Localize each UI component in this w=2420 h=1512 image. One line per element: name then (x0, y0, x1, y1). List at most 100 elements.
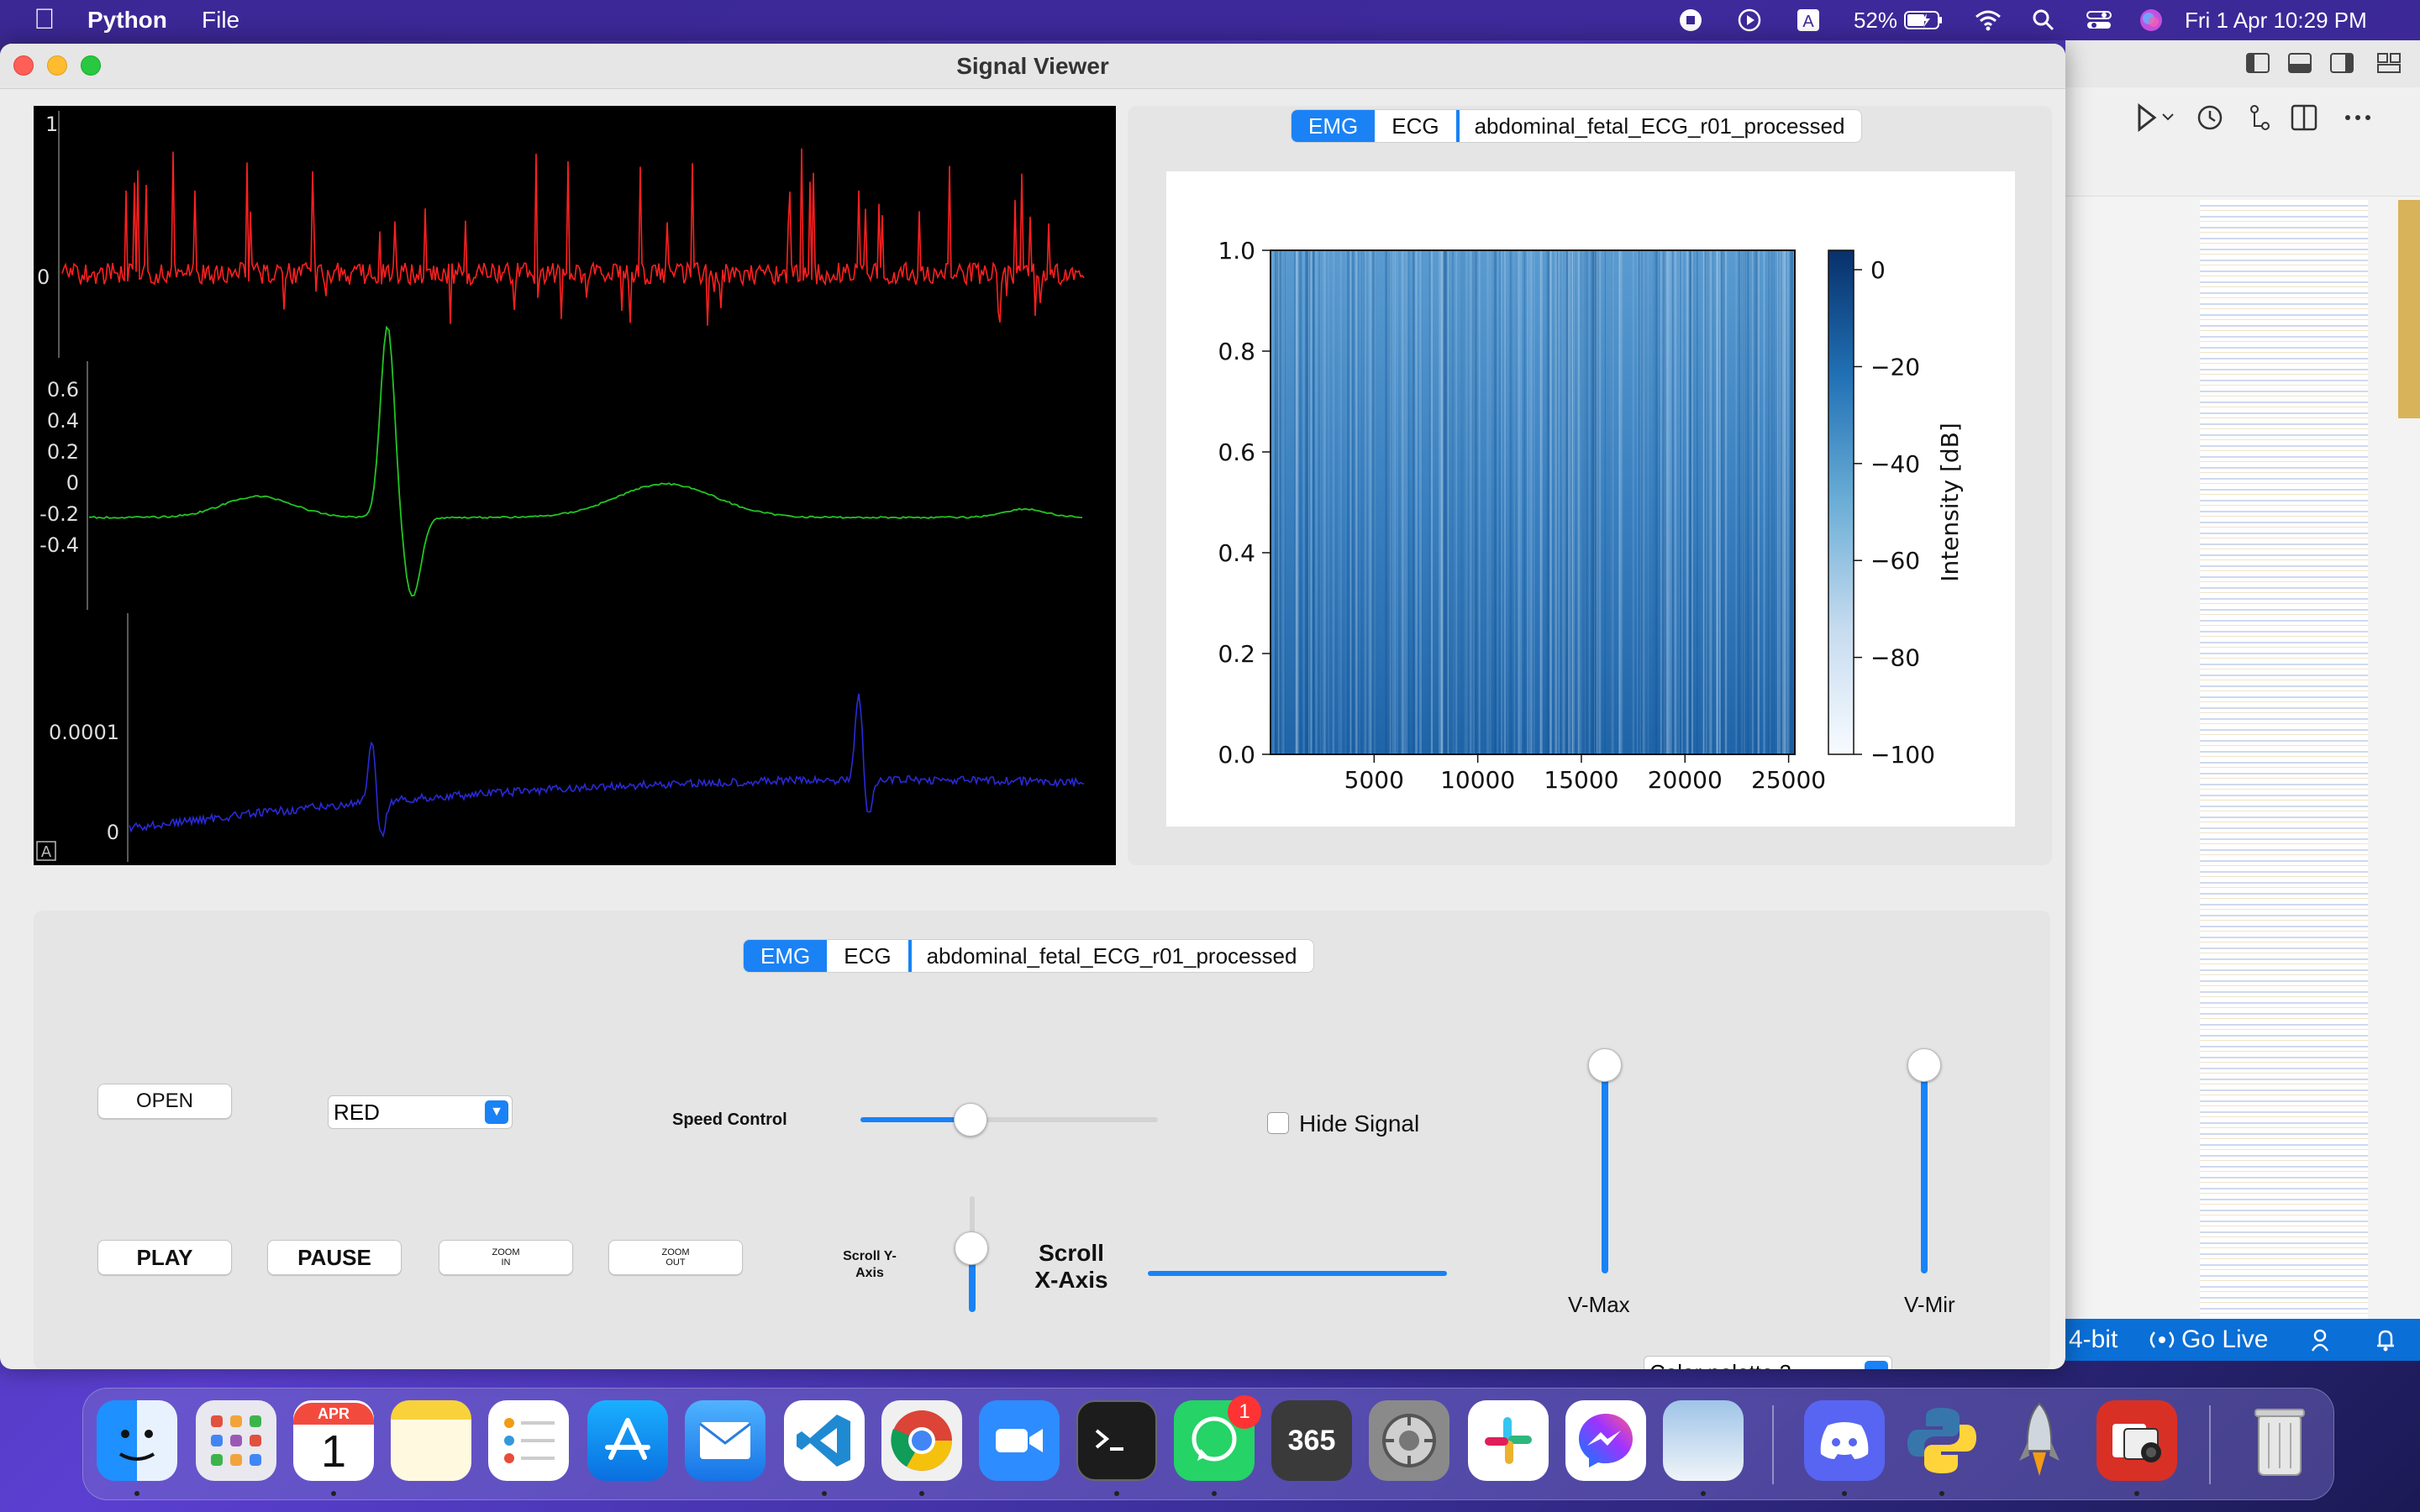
vmin-slider-knob[interactable] (1907, 1048, 1941, 1082)
heatmap-column (1347, 250, 1349, 754)
heatmap-column (1373, 250, 1376, 754)
hide-signal-checkbox[interactable] (1267, 1112, 1289, 1134)
open-button[interactable]: OPEN (97, 1084, 232, 1119)
spotlight-search-icon[interactable] (2028, 5, 2059, 35)
launchpad-icon[interactable] (196, 1400, 276, 1481)
scroll-y-slider-knob[interactable] (955, 1231, 988, 1265)
media-play-icon[interactable] (1734, 5, 1765, 35)
terminal-icon[interactable] (1076, 1400, 1157, 1481)
app-menu-python[interactable]: Python (87, 7, 167, 34)
heatmap-column (1678, 250, 1680, 754)
feedback-icon[interactable] (2311, 1327, 2336, 1352)
menu-file[interactable]: File (202, 7, 239, 34)
notifications-bell-icon[interactable] (2373, 1327, 2398, 1352)
preview-icon[interactable] (1663, 1400, 1744, 1481)
x-tick-label: 10000 (1440, 766, 1515, 794)
heatmap-column (1705, 250, 1707, 754)
heatmap-column (1591, 250, 1594, 754)
heatmap-column (1443, 250, 1446, 754)
photo-booth-icon[interactable] (2096, 1400, 2177, 1481)
slack-icon[interactable] (1468, 1400, 1549, 1481)
x-tick-label: 20000 (1648, 766, 1723, 794)
heatmap-column (1586, 250, 1589, 754)
app-store-icon[interactable] (587, 1400, 668, 1481)
zoom-out-button[interactable]: ZOOM OUT (608, 1240, 743, 1275)
scroll-x-slider[interactable] (1148, 1271, 1447, 1276)
running-indicator (1212, 1491, 1217, 1496)
reminders-icon[interactable] (488, 1400, 569, 1481)
heatmap-column (1509, 250, 1512, 754)
vmax-slider-knob[interactable] (1588, 1048, 1622, 1082)
vmin-slider[interactable] (1921, 1063, 1928, 1273)
battery-icon[interactable] (1901, 5, 1948, 35)
messenger-icon[interactable] (1565, 1400, 1646, 1481)
siri-icon[interactable] (2136, 5, 2166, 35)
python-launcher-icon[interactable] (1902, 1400, 1982, 1481)
chrome-icon[interactable] (881, 1400, 962, 1481)
system-preferences-icon[interactable] (1369, 1400, 1449, 1481)
tab-ecg[interactable]: ECG (827, 940, 908, 972)
heatmap-column (1670, 250, 1672, 754)
heatmap-column (1768, 250, 1770, 754)
encoding-status[interactable]: 4-bit (2069, 1326, 2118, 1354)
play-button[interactable]: PLAY (97, 1240, 232, 1275)
heatmap-column (1407, 250, 1410, 754)
pane-splitter[interactable] (1116, 106, 1128, 865)
signal-plot-area[interactable]: 1 0 0.6 0.4 0.2 0 -0.2 -0.4 0.0001 0 A (34, 106, 1116, 865)
apple-menu-icon[interactable]:  (34, 3, 55, 36)
heatmap-column (1531, 250, 1533, 754)
running-indicator (134, 1491, 139, 1496)
heatmap-column (1322, 250, 1324, 754)
vscode-background-window (2065, 40, 2420, 1351)
vscode-icon[interactable] (784, 1400, 865, 1481)
colorbar-tick-label: −40 (1870, 450, 1920, 478)
heatmap-column (1302, 250, 1305, 754)
go-live-button[interactable]: Go Live (2181, 1326, 2268, 1354)
panel3-tick-label: 0 (107, 821, 119, 844)
calendar-icon[interactable]: APR 1 (293, 1400, 374, 1481)
tab-emg[interactable]: EMG (744, 940, 828, 972)
y-tick-label: 1.0 (1218, 237, 1255, 265)
panel2-tick-label: 0.6 (47, 378, 79, 402)
control-center-icon[interactable] (2084, 5, 2114, 35)
heatmap-column (1351, 250, 1355, 754)
clock[interactable]: Fri 1 Apr 10:29 PM (2185, 5, 2410, 35)
vmax-slider[interactable] (1602, 1063, 1608, 1273)
heatmap-column (1712, 250, 1713, 754)
color-palette-select[interactable]: Color palette 3 (1644, 1356, 1892, 1369)
spectrogram-canvas: 1.0 0.8 0.6 0.4 0.2 0.0 5000 10000 15000 20000 25… (1166, 171, 2015, 827)
heatmap-column (1773, 250, 1776, 754)
zoom-icon[interactable] (979, 1400, 1060, 1481)
heatmap-column (1440, 250, 1443, 754)
tab-abdominal-fetal-ecg[interactable]: abdominal_fetal_ECG_r01_processed (1455, 110, 1862, 142)
heatmap-column (1470, 250, 1472, 754)
tab-emg[interactable]: EMG (1292, 110, 1376, 142)
heatmap-column (1611, 250, 1613, 754)
mail-icon[interactable] (685, 1400, 765, 1481)
input-source-icon[interactable]: A (1793, 5, 1823, 35)
discord-icon[interactable] (1804, 1400, 1885, 1481)
heatmap-column (1724, 250, 1728, 754)
app-365-icon[interactable]: 365 (1271, 1400, 1352, 1481)
notes-icon[interactable] (391, 1400, 471, 1481)
signal-viewer-window: Signal Viewer 1 0 0.6 0.4 0.2 0 -0.2 -0.… (0, 44, 2065, 1369)
zoom-in-button[interactable]: ZOOM IN (439, 1240, 573, 1275)
heatmap-column (1790, 250, 1792, 754)
heatmap-column (1415, 250, 1418, 754)
heatmap-column (1368, 250, 1370, 754)
rocket-app-icon[interactable] (1999, 1400, 2080, 1481)
color-select[interactable]: RED ▼ (328, 1095, 513, 1129)
heatmap-column (1472, 250, 1474, 754)
speed-slider-knob[interactable] (953, 1103, 987, 1137)
finder-icon[interactable] (97, 1400, 177, 1481)
wifi-icon[interactable] (1971, 5, 2005, 35)
colorbar-tick-label: −20 (1870, 353, 1920, 381)
stop-recording-icon[interactable] (1676, 5, 1706, 35)
heatmap-column (1696, 250, 1698, 754)
tab-abdominal-fetal-ecg[interactable]: abdominal_fetal_ECG_r01_processed (908, 940, 1314, 972)
pause-button[interactable]: PAUSE (267, 1240, 402, 1275)
trash-icon[interactable] (2239, 1400, 2320, 1481)
speed-slider[interactable] (860, 1103, 1158, 1137)
tab-ecg[interactable]: ECG (1375, 110, 1455, 142)
heatmap-column (1340, 250, 1342, 754)
